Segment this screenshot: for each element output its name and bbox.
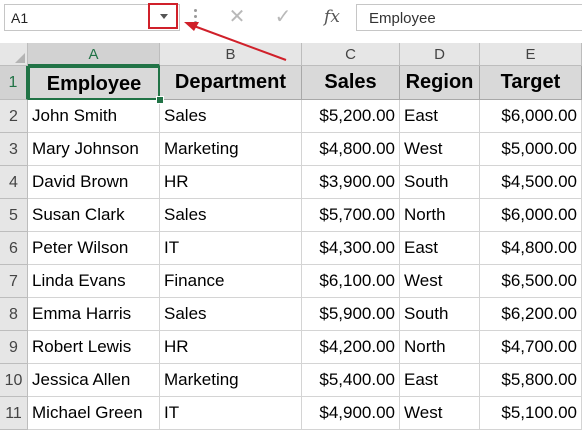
arrow-icon [193, 25, 287, 61]
annotation-arrow [184, 22, 287, 61]
